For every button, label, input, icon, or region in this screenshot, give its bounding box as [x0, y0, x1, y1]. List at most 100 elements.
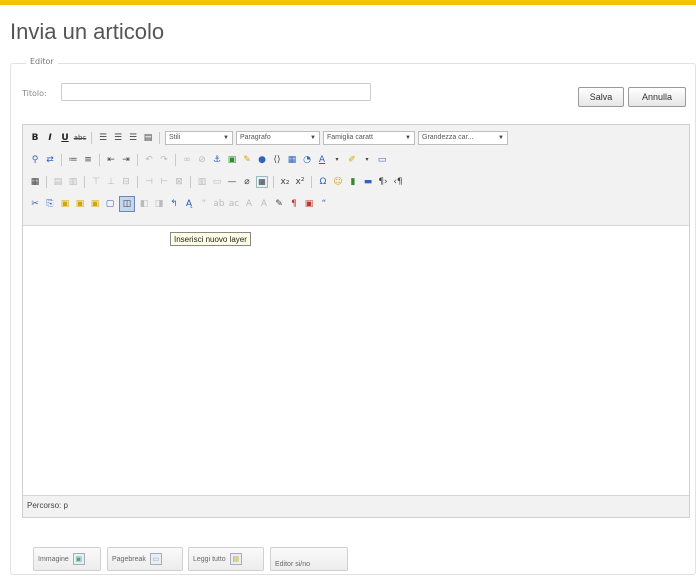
readmore-icon: ▤ [229, 553, 242, 565]
insert-row-after-icon[interactable]: ⊥ [105, 176, 117, 188]
underline-icon[interactable]: U [59, 132, 71, 144]
row-props-icon[interactable]: ▤ [52, 176, 64, 188]
editor-content[interactable] [23, 226, 689, 496]
advanced-hr-icon[interactable]: ▬ [362, 176, 374, 188]
undo-icon[interactable]: ↶ [143, 154, 155, 166]
replace-icon[interactable]: ⇄ [44, 154, 56, 166]
save-button[interactable]: Salva [578, 87, 624, 107]
style-select[interactable]: Stili ▼ [165, 131, 233, 145]
outdent-icon[interactable]: ⇤ [105, 154, 117, 166]
readmore-button[interactable]: Leggi tutto ▤ [188, 547, 264, 571]
chevron-down-icon[interactable]: ▾ [331, 154, 343, 166]
cell-props-icon[interactable]: ▥ [67, 176, 79, 188]
select-all-icon[interactable]: ▢ [104, 198, 116, 210]
tooltip: Inserisci nuovo layer [170, 232, 251, 246]
title-input[interactable] [61, 83, 371, 101]
insert-col-before-icon[interactable]: ⊣ [143, 176, 155, 188]
unlink-icon[interactable]: ⊘ [196, 154, 208, 166]
format-select[interactable]: Paragrafo ▼ [236, 131, 320, 145]
editor-toolbar: B I U abc ☰ ☰ ☰ ▤ Stili ▼ Paragrafo ▼ Fami… [23, 125, 689, 226]
insert-image-label: Immagine [38, 555, 69, 563]
emoticon-icon[interactable]: ☺ [332, 176, 344, 188]
insert-col-after-icon[interactable]: ⊢ [158, 176, 170, 188]
readmore-label: Leggi tutto [193, 555, 226, 563]
paste-icon[interactable]: ▣ [59, 198, 71, 210]
anchor-icon[interactable]: ⚓ [211, 154, 223, 166]
font-size-select[interactable]: Grandezza car... ▼ [418, 131, 508, 145]
insert-layer-icon[interactable]: ◫ [119, 196, 135, 212]
del-icon[interactable]: A [243, 198, 255, 210]
paste-word-icon[interactable]: ▣ [89, 198, 101, 210]
toolbar-separator [137, 154, 138, 166]
template-icon[interactable]: ▣ [303, 198, 315, 210]
ins-icon[interactable]: A [258, 198, 270, 210]
toolbar-separator [46, 176, 47, 188]
redo-icon[interactable]: ↷ [158, 154, 170, 166]
pagebreak-label: Pagebreak [112, 555, 146, 563]
table-icon[interactable]: ▦ [29, 176, 41, 188]
background-color-icon[interactable]: ✐ [346, 154, 358, 166]
superscript-icon[interactable]: x² [294, 176, 306, 188]
strikethrough-icon[interactable]: abc [74, 132, 87, 144]
cite-icon[interactable]: “ [198, 198, 210, 210]
toolbar-separator [91, 132, 92, 144]
text-color-icon[interactable]: A [316, 154, 328, 166]
toggle-editor-label: Editor si/no [275, 561, 311, 568]
insert-row-before-icon[interactable]: ⊤ [90, 176, 102, 188]
blockquote-icon[interactable]: “ [318, 198, 330, 210]
font-family-select[interactable]: Famiglia caratt ▼ [323, 131, 415, 145]
italic-icon[interactable]: I [44, 132, 56, 144]
cleanup-icon[interactable]: ✎ [241, 154, 253, 166]
align-right-icon[interactable]: ☰ [127, 132, 139, 144]
fullscreen-icon[interactable]: ▭ [376, 154, 388, 166]
move-backward-icon[interactable]: ◨ [153, 198, 165, 210]
toolbar-separator [273, 176, 274, 188]
cut-icon[interactable]: ✂ [29, 198, 41, 210]
image-icon[interactable]: ▣ [226, 154, 238, 166]
acronym-icon[interactable]: ac [228, 198, 240, 210]
cancel-button[interactable]: Annulla [628, 87, 686, 107]
styleprops-icon[interactable]: Ą [183, 198, 195, 210]
absolute-icon[interactable]: ↰ [168, 198, 180, 210]
split-cells-icon[interactable]: ▥ [196, 176, 208, 188]
ltr-icon[interactable]: ¶› [377, 176, 389, 188]
toolbar-separator [159, 132, 160, 144]
horizontal-rule-icon[interactable]: — [226, 176, 238, 188]
attribs-icon[interactable]: ✎ [273, 198, 285, 210]
align-justify-icon[interactable]: ▤ [142, 132, 154, 144]
align-left-icon[interactable]: ☰ [97, 132, 109, 144]
subscript-icon[interactable]: x₂ [279, 176, 291, 188]
insert-image-button[interactable]: Immagine ▣ [33, 547, 101, 571]
abbr-icon[interactable]: ab [213, 198, 225, 210]
align-center-icon[interactable]: ☰ [112, 132, 124, 144]
insert-date-icon[interactable]: ▦ [286, 154, 298, 166]
delete-row-icon[interactable]: ⊟ [120, 176, 132, 188]
merge-cells-icon[interactable]: ▭ [211, 176, 223, 188]
toolbar-separator [311, 176, 312, 188]
special-char-icon[interactable]: Ω [317, 176, 329, 188]
pagebreak-button[interactable]: Pagebreak ▭ [107, 547, 183, 571]
numbered-list-icon[interactable]: ≡ [82, 154, 94, 166]
chevron-down-icon[interactable]: ▾ [361, 154, 373, 166]
bold-icon[interactable]: B [29, 132, 41, 144]
media-icon[interactable]: ▮ [347, 176, 359, 188]
toggle-editor-button[interactable]: Editor si/no [270, 547, 348, 571]
toolbar-separator [84, 176, 85, 188]
visual-aid-icon[interactable]: ▦ [256, 176, 268, 188]
paste-text-icon[interactable]: ▣ [74, 198, 86, 210]
copy-icon[interactable]: ⎘ [44, 198, 56, 210]
bullet-list-icon[interactable]: ≔ [67, 154, 79, 166]
page-title: Invia un articolo [10, 19, 165, 44]
code-icon[interactable]: ⟨⟩ [271, 154, 283, 166]
rtl-icon[interactable]: ‹¶ [392, 176, 404, 188]
indent-icon[interactable]: ⇥ [120, 154, 132, 166]
title-label: Titolo: [22, 89, 47, 98]
visual-chars-icon[interactable]: ¶ [288, 198, 300, 210]
remove-format-icon[interactable]: ⌀ [241, 176, 253, 188]
move-forward-icon[interactable]: ◧ [138, 198, 150, 210]
link-icon[interactable]: ∞ [181, 154, 193, 166]
preview-icon[interactable]: ◔ [301, 154, 313, 166]
find-icon[interactable]: ⚲ [29, 154, 41, 166]
delete-col-icon[interactable]: ⊠ [173, 176, 185, 188]
help-icon[interactable]: ● [256, 154, 268, 166]
